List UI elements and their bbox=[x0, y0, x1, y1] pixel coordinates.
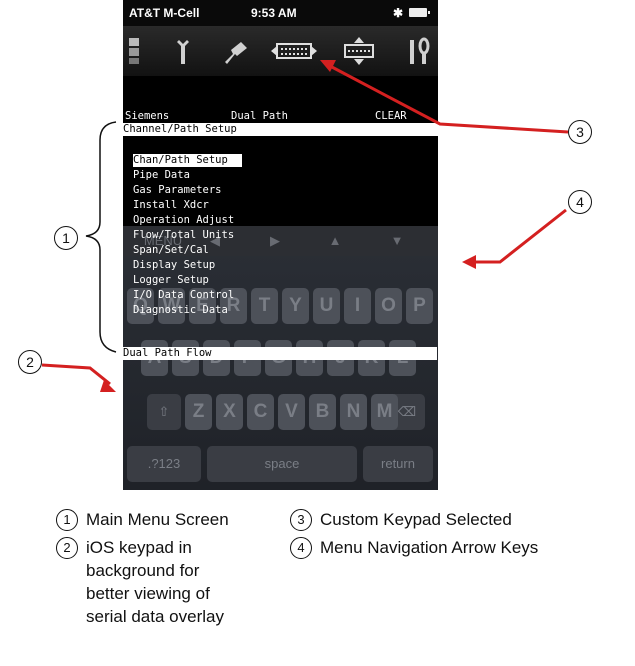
keypad-icon[interactable] bbox=[269, 36, 319, 66]
legend-item-1: 1 Main Menu Screen bbox=[56, 508, 229, 531]
return-key[interactable]: return bbox=[363, 446, 433, 482]
legend-text-2c: better viewing of bbox=[86, 584, 210, 603]
clock: 9:53 AM bbox=[251, 6, 297, 20]
menu-item[interactable]: Pipe Data bbox=[133, 169, 190, 182]
key-b[interactable]: B bbox=[309, 394, 336, 430]
arrowhead-4 bbox=[462, 255, 476, 269]
menu-item[interactable]: Logger Setup bbox=[133, 274, 209, 287]
status-bar: AT&T M-Cell 9:53 AM ✱ bbox=[123, 0, 438, 26]
menu-item[interactable]: Display Setup bbox=[133, 259, 215, 272]
legend-item-4: 4 Menu Navigation Arrow Keys bbox=[290, 536, 538, 559]
arrow-2 bbox=[41, 363, 111, 386]
legend-num-3: 3 bbox=[290, 509, 312, 531]
footer-status: Dual Path Flow bbox=[123, 347, 437, 360]
menu-item[interactable]: Flow/Total Units bbox=[133, 229, 234, 242]
legend-text-4: Menu Navigation Arrow Keys bbox=[320, 538, 539, 557]
callout-1: 1 bbox=[54, 226, 78, 250]
legend-num-2: 2 bbox=[56, 537, 78, 559]
legend-text-2b: background for bbox=[86, 561, 200, 580]
wrench-icon[interactable] bbox=[167, 36, 197, 66]
arrow-4 bbox=[474, 208, 567, 264]
header-mid: Dual Path bbox=[231, 110, 288, 122]
callout-2: 2 bbox=[18, 350, 42, 374]
legend-num-1: 1 bbox=[56, 509, 78, 531]
numbers-key[interactable]: .?123 bbox=[127, 446, 201, 482]
key-c[interactable]: C bbox=[247, 394, 274, 430]
key-v[interactable]: V bbox=[278, 394, 305, 430]
menu-item[interactable]: Diagnostic Data bbox=[133, 304, 228, 317]
tools-icon[interactable] bbox=[403, 36, 433, 66]
arrowhead-2 bbox=[100, 380, 116, 392]
menu-bracket bbox=[85, 121, 117, 353]
space-key[interactable]: space bbox=[207, 446, 357, 482]
menu-item-selected[interactable]: Chan/Path Setup bbox=[133, 154, 242, 167]
menu-item[interactable]: Install Xdcr bbox=[133, 199, 209, 212]
legend-text-1: Main Menu Screen bbox=[86, 510, 229, 529]
menu-item[interactable]: Operation Adjust bbox=[133, 214, 234, 227]
app-toolbar bbox=[123, 26, 438, 76]
callout-3: 3 bbox=[568, 120, 592, 144]
key-x[interactable]: X bbox=[216, 394, 243, 430]
key-m[interactable]: M bbox=[371, 394, 398, 430]
menu-item[interactable]: Span/Set/Cal bbox=[133, 244, 209, 257]
legend-item-3: 3 Custom Keypad Selected bbox=[290, 508, 512, 531]
shift-key[interactable]: ⇧ bbox=[147, 394, 181, 430]
legend-text-2a: iOS keypad in bbox=[86, 538, 192, 557]
callout-4: 4 bbox=[568, 190, 592, 214]
plug-icon[interactable] bbox=[219, 36, 253, 66]
left-bar-icon[interactable] bbox=[129, 36, 141, 66]
section-title: Channel/Path Setup bbox=[123, 123, 438, 136]
legend-text-3: Custom Keypad Selected bbox=[320, 510, 512, 529]
legend-item-2: 2 iOS keypad in background for better vie… bbox=[56, 536, 224, 628]
carrier-label: AT&T M-Cell bbox=[129, 6, 200, 20]
move-keypad-icon[interactable] bbox=[339, 36, 379, 66]
key-n[interactable]: N bbox=[340, 394, 367, 430]
legend-text-2d: serial data overlay bbox=[86, 607, 224, 626]
header-left: Siemens bbox=[125, 110, 170, 122]
menu-item[interactable]: Gas Parameters bbox=[133, 184, 222, 197]
phone-screen: AT&T M-Cell 9:53 AM ✱ MENU ◀ ▶ ▲ ▼ ⇧ ⌫ .… bbox=[123, 0, 438, 490]
bluetooth-icon: ✱ bbox=[393, 6, 404, 20]
legend-num-4: 4 bbox=[290, 537, 312, 559]
key-z[interactable]: Z bbox=[185, 394, 212, 430]
terminal-overlay: Siemens Dual Path CLEAR Channel/Path Set… bbox=[123, 96, 438, 366]
menu-item[interactable]: I/O Data Control bbox=[133, 289, 234, 302]
header-right: CLEAR bbox=[375, 110, 407, 122]
battery-icon bbox=[409, 8, 430, 17]
